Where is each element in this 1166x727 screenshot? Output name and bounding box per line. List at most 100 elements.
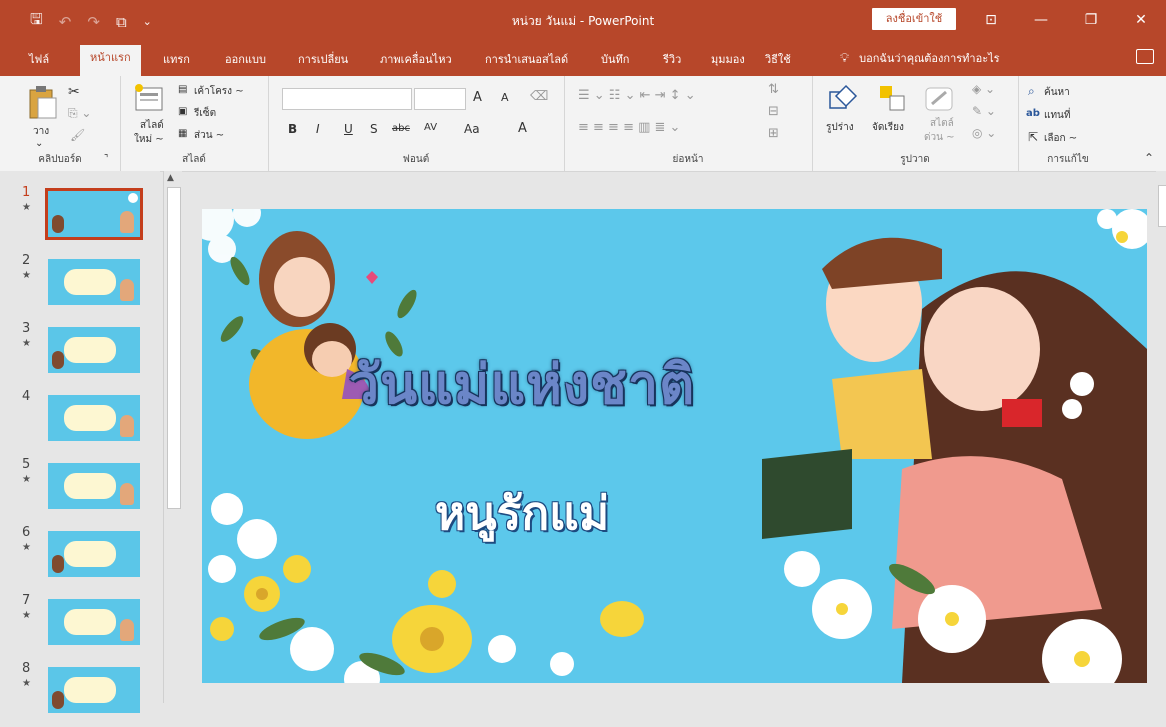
- tab-slideshow[interactable]: การนำเสนอสไลด์: [485, 50, 568, 68]
- slide-scrollbar[interactable]: [1156, 171, 1166, 703]
- thumbnail-scrollbar[interactable]: ▲: [163, 171, 182, 703]
- section-button[interactable]: ส่วน ~: [194, 128, 224, 143]
- reset-icon[interactable]: ▣: [178, 106, 187, 117]
- paste-icon[interactable]: [26, 84, 58, 120]
- slide-thumbnail[interactable]: 2 ★: [0, 253, 160, 319]
- format-painter-icon[interactable]: 🖌︎: [70, 128, 85, 142]
- section-icon[interactable]: ▦: [178, 128, 187, 139]
- slide-title[interactable]: วันแม่แห่งชาติ: [287, 341, 757, 427]
- layout-button[interactable]: เค้าโครง ~: [194, 84, 244, 99]
- preview-figure: [120, 279, 134, 301]
- shapes-icon[interactable]: [828, 84, 858, 112]
- replace-button[interactable]: แทนที่: [1044, 108, 1070, 123]
- slide-number: 7: [22, 593, 31, 608]
- select-icon[interactable]: ⇱: [1028, 130, 1038, 144]
- scrollbar-thumb[interactable]: [1158, 185, 1166, 227]
- tab-transitions[interactable]: การเปลี่ยน: [298, 50, 348, 68]
- change-case-button[interactable]: Aa: [464, 122, 480, 136]
- slide-thumbnail[interactable]: 1 ★: [0, 185, 160, 251]
- tab-animations[interactable]: ภาพเคลื่อนไหว: [380, 50, 452, 68]
- minimize-button[interactable]: —: [1016, 0, 1066, 40]
- tab-help[interactable]: วิธีใช้: [765, 50, 791, 68]
- italic-button[interactable]: I: [316, 122, 320, 136]
- shape-fill-icon[interactable]: ◈ ⌄: [972, 82, 995, 96]
- new-slide-icon[interactable]: [134, 84, 164, 112]
- tab-review[interactable]: รีวิว: [663, 50, 681, 68]
- slide-thumbnail[interactable]: 5 ★: [0, 457, 160, 523]
- shadow-button[interactable]: S: [370, 122, 378, 136]
- shape-outline-icon[interactable]: ✎ ⌄: [972, 104, 996, 118]
- quick-styles-label-1[interactable]: สไตล์: [930, 116, 954, 131]
- paste-dropdown-icon[interactable]: ⌄: [35, 138, 43, 149]
- animation-star-icon: ★: [22, 202, 31, 213]
- slide-thumbnail[interactable]: 7 ★: [0, 593, 160, 659]
- new-slide-label-2[interactable]: ใหม่ ~: [134, 132, 164, 147]
- find-icon[interactable]: ⌕: [1028, 84, 1035, 99]
- quick-styles-icon[interactable]: [924, 84, 954, 112]
- maximize-button[interactable]: ❐: [1066, 0, 1116, 40]
- slide-number: 2: [22, 253, 31, 268]
- preview-figure: [52, 691, 64, 709]
- comments-icon[interactable]: [1136, 49, 1154, 64]
- reset-button[interactable]: รีเซ็ต: [194, 106, 216, 121]
- tell-me-box[interactable]: 💡︎ บอกฉันว่าคุณต้องการทำอะไร: [840, 49, 1000, 67]
- slide-thumbnail[interactable]: 6 ★: [0, 525, 160, 591]
- shape-effects-icon[interactable]: ◎ ⌄: [972, 126, 996, 140]
- scroll-up-icon[interactable]: ▲: [167, 173, 174, 183]
- font-color-button[interactable]: A: [518, 121, 527, 136]
- find-button[interactable]: ค้นหา: [1044, 85, 1070, 100]
- sign-in-button[interactable]: ลงชื่อเข้าใช้: [872, 8, 956, 30]
- tab-record[interactable]: บันทึก: [601, 50, 629, 68]
- grow-font-button[interactable]: A: [473, 90, 482, 105]
- copy-icon[interactable]: ⎘ ⌄: [68, 106, 91, 121]
- strikethrough-button[interactable]: abc: [392, 123, 410, 134]
- slide-thumbnail[interactable]: 4: [0, 389, 160, 455]
- smartart-icon[interactable]: ⊞: [768, 126, 779, 141]
- quick-styles-label-2[interactable]: ด่วน ~: [924, 130, 955, 145]
- tab-design[interactable]: ออกแบบ: [225, 50, 266, 68]
- clipboard-launcher-icon[interactable]: ⌝: [104, 154, 108, 164]
- animation-star-icon: ★: [22, 474, 31, 485]
- text-direction-icon[interactable]: ⇅: [768, 82, 779, 97]
- slide-thumbnail[interactable]: 3 ★: [0, 321, 160, 387]
- group-paragraph: ☰ ⌄ ☷ ⌄ ⇤ ⇥ ↕ ⌄ ≡ ≡ ≡ ≡ ▥ ≣ ⌄ ⇅ ⊟ ⊞ ย่อห…: [564, 76, 813, 171]
- slide-number: 1: [22, 185, 31, 200]
- arrange-button[interactable]: จัดเรียง: [872, 120, 904, 135]
- alignment-icons[interactable]: ≡ ≡ ≡ ≡ ▥ ≣ ⌄: [578, 120, 680, 135]
- shapes-button[interactable]: รูปร่าง: [826, 120, 854, 135]
- ribbon-display-options-icon[interactable]: ⊡: [966, 0, 1016, 40]
- tab-view[interactable]: มุมมอง: [711, 50, 745, 68]
- animation-star-icon: ★: [22, 678, 31, 689]
- drawing-group-label: รูปวาด: [900, 154, 930, 165]
- close-button[interactable]: ✕: [1116, 0, 1166, 40]
- arrange-icon[interactable]: [878, 84, 906, 112]
- select-button[interactable]: เลือก ~: [1044, 131, 1077, 146]
- font-size-dropdown[interactable]: [414, 88, 466, 110]
- slide-preview: [48, 599, 140, 645]
- tab-insert[interactable]: แทรก: [163, 50, 190, 68]
- underline-button[interactable]: U: [344, 122, 353, 136]
- replace-icon[interactable]: ab: [1026, 108, 1040, 119]
- tab-file[interactable]: ไฟล์: [29, 50, 49, 68]
- slide-thumbnail[interactable]: 8 ★: [0, 661, 160, 727]
- shrink-font-button[interactable]: A: [501, 91, 509, 104]
- font-name-dropdown[interactable]: [282, 88, 412, 110]
- slide-subtitle[interactable]: หนูรักแม่: [352, 477, 692, 550]
- collapse-ribbon-icon[interactable]: ⌃: [1144, 151, 1154, 165]
- cut-icon[interactable]: ✂: [68, 84, 80, 100]
- char-spacing-button[interactable]: AV: [424, 122, 437, 133]
- scrollbar-thumb[interactable]: [167, 187, 181, 509]
- animation-star-icon: ★: [22, 270, 31, 281]
- slide-artwork: [202, 209, 1147, 683]
- slide-preview: [48, 259, 140, 305]
- align-text-icon[interactable]: ⊟: [768, 104, 779, 119]
- new-slide-label-1[interactable]: สไลด์: [140, 118, 164, 133]
- tell-me-text: บอกฉันว่าคุณต้องการทำอะไร: [859, 52, 1000, 65]
- slide-canvas[interactable]: วันแม่แห่งชาติ หนูรักแม่: [202, 209, 1147, 683]
- slide-number: 8: [22, 661, 31, 676]
- bullets-icon[interactable]: ☰ ⌄ ☷ ⌄ ⇤ ⇥ ↕ ⌄: [578, 88, 696, 103]
- clear-formatting-icon[interactable]: ⌫: [530, 89, 548, 104]
- tab-home[interactable]: หน้าแรก: [80, 45, 141, 76]
- layout-icon[interactable]: ▤: [178, 84, 187, 95]
- bold-button[interactable]: B: [288, 122, 297, 136]
